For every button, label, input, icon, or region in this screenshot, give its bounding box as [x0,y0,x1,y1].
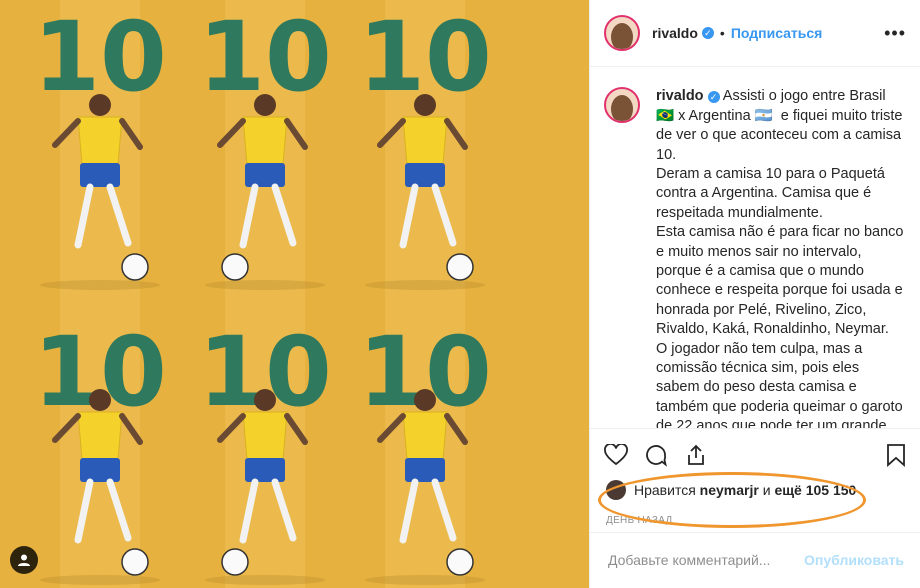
player-shirt [242,116,288,166]
soccer-ball-icon [121,548,149,576]
jersey-number-text: 10 [33,316,167,428]
soccer-ball-icon [221,548,249,576]
comment-icon[interactable] [644,443,668,467]
user-icon [18,554,30,566]
liker-username[interactable]: neymarjr [700,482,759,498]
player-head [89,94,111,116]
player-shirt [77,411,123,461]
jersey-number-text: 10 [358,316,492,428]
tagged-users-button[interactable] [10,546,38,574]
player-shorts [80,458,120,482]
post-image[interactable]: 10 10 10 10 10 10 [0,0,589,588]
comment-box: Опубликовать [590,531,920,588]
jersey-10-illustration: 10 10 1010 10 10 [0,0,589,588]
comment-input[interactable] [606,551,805,570]
post-side-panel: rivaldo ✓ • Подписаться ••• rivaldo ✓ Ass… [589,0,920,588]
player-shirt [402,411,448,461]
verified-badge-icon: ✓ [707,90,720,103]
player-head [89,389,111,411]
avatar[interactable] [604,15,640,52]
caption-body: Assisti o jogo entre Brasil 🇧🇷 x Argenti… [656,88,904,429]
player-shorts [80,163,120,187]
caption-text: rivaldo ✓ Assisti o jogo entre Brasil 🇧🇷 … [656,87,906,428]
player-head [414,94,436,116]
player-head [414,389,436,411]
bookmark-icon[interactable] [886,443,906,467]
separator-dot: • [719,25,725,42]
player-shorts [245,458,285,482]
player-head [254,389,276,411]
more-options-icon[interactable]: ••• [884,23,906,44]
caption-area: rivaldo ✓ Assisti o jogo entre Brasil 🇧🇷 … [590,67,920,428]
player-shorts [245,163,285,187]
soccer-ball-icon [121,253,149,281]
soccer-ball-icon [221,253,249,281]
likes-conj: и [762,481,771,498]
soccer-ball-icon [446,548,474,576]
username-link[interactable]: rivaldo [652,25,698,41]
player-shadow [205,575,325,585]
player-shadow [40,280,160,290]
player-shadow [365,280,485,290]
likes-count[interactable]: ещё 105 150 [774,482,856,498]
soccer-ball-icon [446,253,474,281]
liker-avatar [606,479,626,500]
likes-prefix: Нравится [634,481,696,498]
heart-icon[interactable] [604,443,628,466]
player-shirt [242,411,288,461]
avatar[interactable] [604,87,640,124]
follow-button[interactable]: Подписаться [731,25,823,41]
player-shadow [205,280,325,290]
player-head [254,94,276,116]
publish-button[interactable]: Опубликовать [804,552,904,568]
player-shadow [40,575,160,585]
action-bar [590,428,920,470]
verified-badge-icon: ✓ [701,27,714,40]
player-shirt [77,116,123,166]
post-timestamp: ДЕНЬ НАЗАД [606,514,673,526]
jersey-number-text: 10 [198,316,332,428]
post-header: rivaldo ✓ • Подписаться ••• [590,0,920,68]
share-icon[interactable] [684,443,708,467]
caption-username[interactable]: rivaldo [656,88,704,104]
likes-summary[interactable]: Нравится neymarjr и ещё 105 150 [590,470,920,528]
player-shirt [402,116,448,166]
player-shorts [405,163,445,187]
player-shorts [405,458,445,482]
player-shadow [365,575,485,585]
